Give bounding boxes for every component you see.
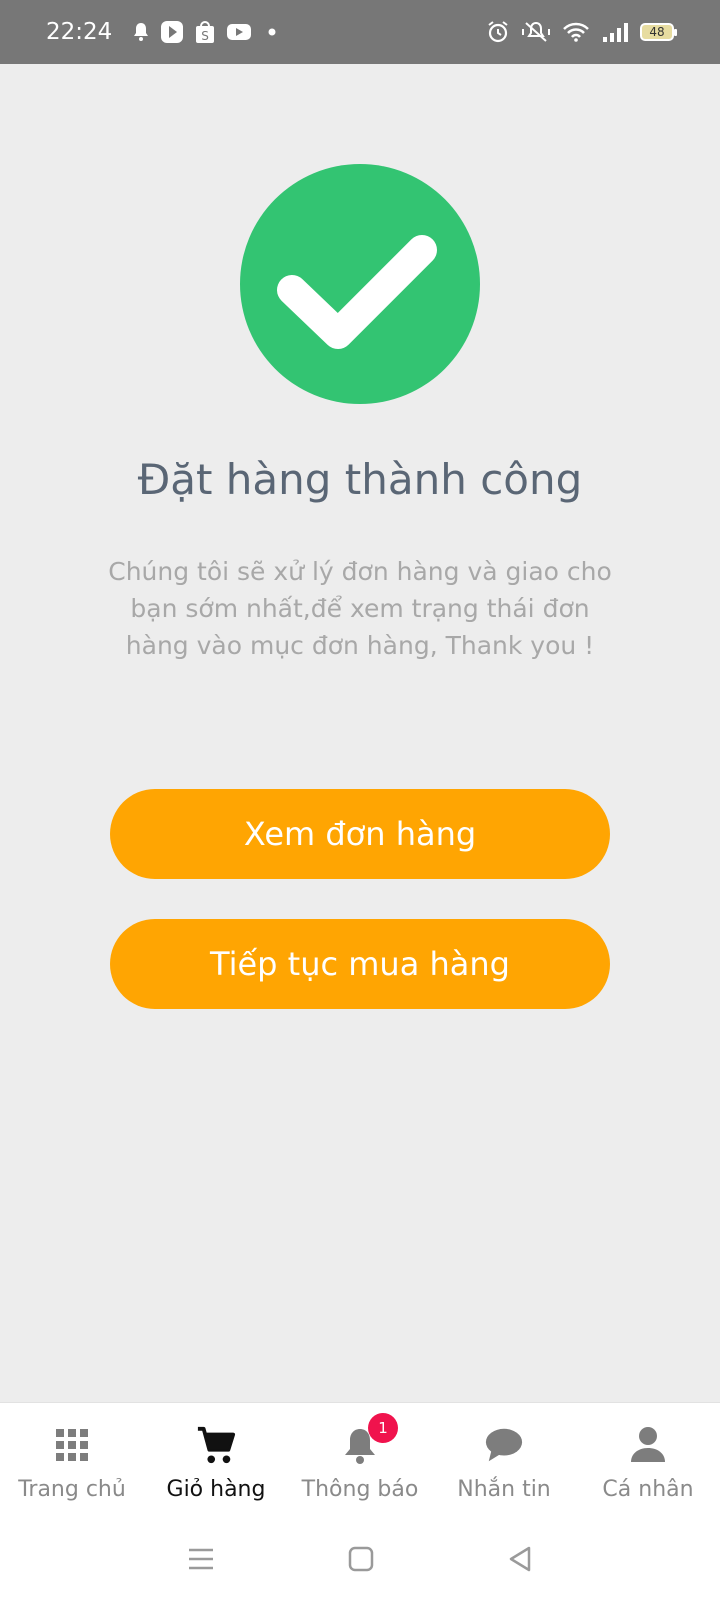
page-title: Đặt hàng thành công [137, 455, 583, 504]
success-check-icon [240, 164, 480, 404]
cart-icon [196, 1425, 236, 1465]
nav-item-messages[interactable]: Nhắn tin [432, 1403, 576, 1523]
chat-icon [484, 1425, 524, 1465]
nav-label-cart: Giỏ hàng [166, 1477, 266, 1502]
home-button-icon[interactable] [348, 1546, 374, 1576]
bottom-nav: Trang chủ Giỏ hàng 1 Thông báo Nhắn tin … [0, 1402, 720, 1523]
nav-label-profile: Cá nhân [602, 1477, 694, 1502]
person-icon [628, 1425, 668, 1465]
youtube-icon [226, 22, 252, 42]
shopee-icon: S [194, 20, 216, 44]
dot-icon [262, 22, 282, 42]
system-status-icons: 48 [486, 20, 677, 44]
battery-level: 48 [649, 25, 665, 39]
bell-icon: 1 [340, 1413, 398, 1465]
view-orders-button[interactable]: Xem đơn hàng [110, 789, 610, 879]
grid-icon [52, 1425, 92, 1465]
status-bar: 22:24 S 48 [0, 0, 720, 64]
success-message: Chúng tôi sẽ xử lý đơn hàng và giao cho … [108, 557, 612, 660]
nav-item-notifications[interactable]: 1 Thông báo [288, 1403, 432, 1523]
back-icon[interactable] [507, 1546, 533, 1576]
nav-label-messages: Nhắn tin [457, 1477, 551, 1502]
nav-label-notifications: Thông báo [301, 1477, 419, 1502]
nav-item-home[interactable]: Trang chủ [0, 1403, 144, 1523]
nav-item-profile[interactable]: Cá nhân [576, 1403, 720, 1523]
signal-icon [602, 21, 628, 43]
svg-text:S: S [201, 29, 209, 43]
status-time: 22:24 [46, 19, 113, 45]
continue-shopping-button[interactable]: Tiếp tục mua hàng [110, 919, 610, 1009]
nav-label-home: Trang chủ [18, 1477, 126, 1502]
notification-badge: 1 [368, 1413, 398, 1443]
alarm-icon [486, 20, 510, 44]
play-icon [160, 20, 184, 44]
notification-icons: S [132, 20, 282, 44]
bell-icon [132, 22, 150, 42]
battery-icon: 48 [640, 23, 677, 41]
menu-icon[interactable] [187, 1547, 215, 1575]
nav-item-cart[interactable]: Giỏ hàng [144, 1403, 288, 1523]
system-nav-bar [0, 1522, 720, 1600]
mute-icon [522, 20, 550, 44]
wifi-icon [562, 21, 590, 43]
